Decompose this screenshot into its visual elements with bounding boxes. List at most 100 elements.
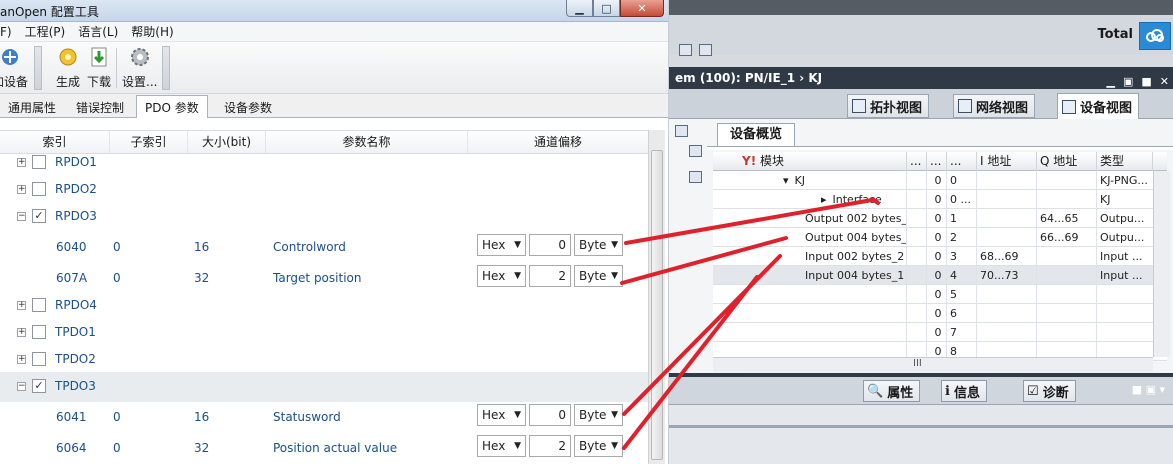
- expand-icon[interactable]: +: [17, 301, 26, 310]
- expand-icon[interactable]: +: [17, 355, 26, 364]
- grid-row[interactable]: Output 002 bytes_2 0 1 64...65 Outpu...: [713, 209, 1167, 228]
- format-select[interactable]: Hex ▼: [477, 435, 526, 457]
- menu-project[interactable]: 工程(P): [25, 23, 73, 40]
- col-subslot[interactable]: ...: [947, 152, 977, 171]
- pdo-param-row[interactable]: 607A 0 32 Target position Hex ▼ 2 Byte ▼: [0, 263, 648, 293]
- grid-horizontal-scrollbar[interactable]: III: [713, 357, 1153, 372]
- col-type[interactable]: 类型: [1097, 152, 1153, 171]
- table-scrollbar[interactable]: [648, 130, 665, 464]
- col-rack[interactable]: ...: [907, 152, 927, 171]
- tab-properties[interactable]: 🔍 属性: [863, 380, 921, 402]
- zoom-icon[interactable]: [689, 145, 702, 157]
- unit-select[interactable]: Byte ▼: [574, 404, 623, 426]
- expand-icon[interactable]: +: [17, 158, 26, 167]
- grid-row[interactable]: 07: [713, 323, 1167, 342]
- pdo-group-row[interactable]: − ✓ TPDO3: [0, 372, 648, 402]
- menu-help[interactable]: 帮助(H): [131, 23, 180, 40]
- col-module[interactable]: Y! 模块: [739, 152, 907, 171]
- pdo-group-row[interactable]: − ✓ RPDO3: [0, 202, 648, 232]
- tab-pdo-params[interactable]: PDO 参数: [136, 95, 208, 119]
- unit-select[interactable]: Byte ▼: [574, 265, 623, 287]
- unit-select[interactable]: Byte ▼: [574, 435, 623, 457]
- pdo-group-row[interactable]: + TPDO2: [0, 345, 648, 375]
- tab-topology-view[interactable]: 拓扑视图: [847, 94, 930, 118]
- pdo-group-row[interactable]: + RPDO4: [0, 291, 648, 321]
- cell-module: [739, 304, 907, 323]
- pdo-param-row[interactable]: 6040 0 16 Controlword Hex ▼ 0 Byte ▼: [0, 232, 648, 262]
- group-checkbox[interactable]: [32, 352, 46, 366]
- group-checkbox[interactable]: [32, 325, 46, 339]
- expand-icon[interactable]: +: [17, 185, 26, 194]
- grid-row[interactable]: 05: [713, 285, 1167, 304]
- tab-info[interactable]: ℹ 信息: [941, 380, 987, 402]
- toolbar-grip[interactable]: [34, 46, 42, 90]
- cell-type: Input ...: [1100, 250, 1143, 263]
- menu-file[interactable]: F): [0, 25, 19, 39]
- group-checkbox[interactable]: [32, 298, 46, 312]
- group-checkbox[interactable]: [32, 182, 46, 196]
- pdo-group-row[interactable]: + RPDO2: [0, 175, 648, 205]
- col-slot[interactable]: ...: [927, 152, 947, 171]
- add-device-button[interactable]: 加设备: [0, 46, 28, 90]
- tab-error-control[interactable]: 错误控制: [68, 97, 132, 118]
- tab-network-view[interactable]: 网络视图: [953, 94, 1036, 118]
- cell-type: [1097, 323, 1153, 342]
- grid-vertical-scrollbar[interactable]: [1153, 171, 1170, 357]
- expand-icon[interactable]: +: [17, 328, 26, 337]
- col-i-address[interactable]: I 地址: [977, 152, 1037, 171]
- collapse-icon[interactable]: −: [17, 382, 26, 391]
- cloud-icon[interactable]: [1139, 22, 1171, 50]
- tab-device-view[interactable]: 设备视图: [1057, 93, 1140, 119]
- offset-input[interactable]: 2: [529, 435, 571, 457]
- format-select[interactable]: Hex ▼: [477, 234, 526, 256]
- grid-row[interactable]: ▾ KJ 0 0 KJ-PNG...: [713, 171, 1167, 190]
- grid-row[interactable]: Output 004 bytes_1 0 2 66...69 Outpu...: [713, 228, 1167, 247]
- tab-general[interactable]: 通用属性: [0, 97, 64, 118]
- title-bar[interactable]: anOpen 配置工具 ▁ □ ✕: [0, 0, 668, 22]
- offset-input[interactable]: 0: [529, 404, 571, 426]
- download-button[interactable]: 下载: [87, 46, 111, 90]
- pdo-group-row[interactable]: + RPDO1: [0, 148, 648, 178]
- tree-arrow-icon[interactable]: ▾: [783, 174, 789, 187]
- inspector-ctrl-icon[interactable]: ■ ▣ ▾: [1132, 383, 1165, 396]
- cell-slot: 0: [927, 266, 947, 285]
- grid-icon[interactable]: [689, 171, 702, 183]
- overview-toggle-icon[interactable]: [675, 125, 688, 137]
- tab-diagnostics[interactable]: ☑ 诊断: [1023, 380, 1076, 402]
- pdo-param-row[interactable]: 6064 0 32 Position actual value Hex ▼ 2 Byte ▼: [0, 433, 648, 463]
- minimize-button[interactable]: ▁: [566, 0, 593, 17]
- col-q-address[interactable]: Q 地址: [1037, 152, 1097, 171]
- grid-row[interactable]: 06: [713, 304, 1167, 323]
- group-checkbox[interactable]: ✓: [32, 209, 46, 223]
- tab-device-params[interactable]: 设备参数: [216, 97, 280, 118]
- grid-row[interactable]: Input 002 bytes_2 0 3 68...69 Input ...: [713, 247, 1167, 266]
- grid-row[interactable]: Input 004 bytes_1 0 4 70...73 Input ...: [713, 266, 1167, 285]
- tree-arrow-icon[interactable]: ▸: [821, 193, 827, 206]
- toolbar-grip-2[interactable]: [162, 46, 170, 90]
- menu-language[interactable]: 语言(L): [78, 23, 125, 40]
- collapse-icon[interactable]: −: [17, 212, 26, 221]
- group-checkbox[interactable]: ✓: [32, 379, 46, 393]
- offset-input[interactable]: 2: [529, 265, 571, 287]
- format-select[interactable]: Hex ▼: [477, 404, 526, 426]
- generate-button[interactable]: 生成: [56, 46, 80, 90]
- format-select[interactable]: Hex ▼: [477, 265, 526, 287]
- pdo-group-row[interactable]: + TPDO1: [0, 318, 648, 348]
- cell-q-address: [1037, 285, 1097, 304]
- split-view-icon[interactable]: [679, 44, 692, 56]
- cell-i-address: [977, 190, 1037, 209]
- pdo-param-row[interactable]: 6041 0 16 Statusword Hex ▼ 0 Byte ▼: [0, 402, 648, 432]
- scroll-thumb[interactable]: [651, 150, 663, 460]
- maximize-button[interactable]: □: [593, 0, 620, 17]
- tab-device-overview[interactable]: 设备概览: [717, 123, 796, 147]
- editor-title-bar: em (100): PN/IE_1 › KJ ▁ ▣ ■ ✕: [669, 67, 1173, 89]
- settings-button[interactable]: 设置...: [122, 46, 157, 90]
- cell-subindex: 0: [113, 410, 121, 424]
- group-checkbox[interactable]: [32, 155, 46, 169]
- offset-input[interactable]: 0: [529, 234, 571, 256]
- inspector-tab-bar: 🔍 属性 ℹ 信息 ☑ 诊断 ■ ▣ ▾: [669, 377, 1173, 405]
- close-button[interactable]: ✕: [620, 0, 664, 17]
- unit-select[interactable]: Byte ▼: [574, 234, 623, 256]
- grid-row[interactable]: ▸ Interface 0 0 ... KJ: [713, 190, 1167, 209]
- split-view-2-icon[interactable]: [699, 44, 712, 56]
